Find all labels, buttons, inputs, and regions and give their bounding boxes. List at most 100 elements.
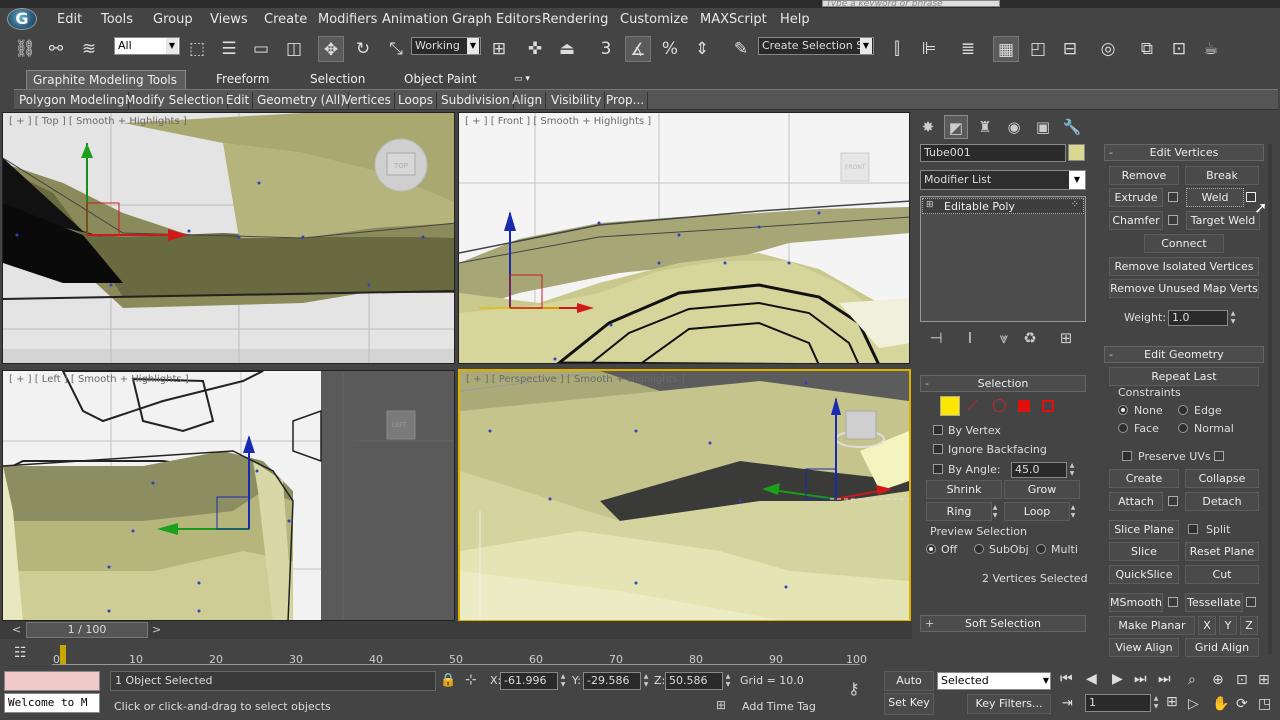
- panel-geometry-all[interactable]: Geometry (All): [254, 92, 349, 109]
- weight-field[interactable]: 1.0: [1168, 310, 1228, 326]
- panel-edit[interactable]: Edit: [223, 92, 254, 109]
- unlink-icon[interactable]: ⚯: [43, 36, 69, 62]
- edge-mode-icon[interactable]: ⟋: [968, 398, 978, 414]
- preview-multi-radio[interactable]: [1036, 544, 1046, 554]
- bind-space-warp-icon[interactable]: ≋: [76, 36, 102, 62]
- edit-geometry-rollout-header[interactable]: - Edit Geometry: [1104, 346, 1264, 363]
- material-editor-icon[interactable]: ◎: [1095, 36, 1121, 62]
- panel-subdivision[interactable]: Subdivision: [438, 92, 514, 109]
- selection-rollout-header[interactable]: - Selection: [920, 375, 1086, 392]
- panel-align[interactable]: Align: [509, 92, 547, 109]
- ribbon-options-icon[interactable]: ▭ ▾: [508, 70, 536, 89]
- field-of-view-icon[interactable]: ▷: [1188, 696, 1199, 712]
- previous-frame-icon[interactable]: ◀: [1086, 671, 1097, 687]
- detach-button[interactable]: Detach: [1185, 492, 1259, 511]
- msmooth-button[interactable]: MSmooth: [1109, 593, 1163, 612]
- reset-plane-button[interactable]: Reset Plane: [1185, 542, 1259, 561]
- key-mode-dropdown[interactable]: Selected ▼: [937, 672, 1051, 690]
- goto-start-icon[interactable]: ⏮: [1060, 671, 1073, 687]
- tab-selection[interactable]: Selection: [304, 70, 371, 89]
- current-frame-spinner[interactable]: ▲ ▼: [1151, 695, 1161, 711]
- by-vertex-checkbox[interactable]: [933, 425, 943, 435]
- collapse-button[interactable]: Collapse: [1185, 469, 1259, 488]
- play-icon[interactable]: ▶: [1112, 671, 1123, 687]
- angle-snap-icon[interactable]: ∡: [625, 36, 651, 62]
- maxscript-mini-listener[interactable]: Welcome to M: [4, 693, 100, 713]
- stack-item-editable-poly[interactable]: ⊞ Editable Poly ⁘: [922, 198, 1084, 214]
- preserve-uvs-settings-icon[interactable]: [1214, 451, 1224, 461]
- viewport-top-label[interactable]: [ + ] [ Top ] [ Smooth + Highlights ]: [9, 116, 187, 127]
- tab-graphite-modeling-tools[interactable]: Graphite Modeling Tools: [26, 70, 186, 89]
- goto-end-icon[interactable]: ⏭: [1158, 671, 1171, 687]
- tessellate-button[interactable]: Tessellate: [1185, 593, 1243, 612]
- configure-sets-icon[interactable]: ⊞: [1054, 326, 1078, 350]
- preview-subobj-radio[interactable]: [974, 544, 984, 554]
- weight-spinner[interactable]: ▲ ▼: [1228, 310, 1238, 326]
- object-name-field[interactable]: Tube001: [920, 144, 1066, 162]
- key-mode-toggle-icon[interactable]: ⇥: [1062, 696, 1073, 711]
- target-weld-button[interactable]: Target Weld: [1186, 211, 1260, 230]
- by-angle-spinner[interactable]: ▲ ▼: [1067, 462, 1077, 478]
- menu-tools[interactable]: Tools: [101, 12, 133, 27]
- track-bar[interactable]: ☷ 0 10 20 30 40 50 60 70 80 90 100: [0, 639, 912, 669]
- z-coord-spinner[interactable]: ▲ ▼: [723, 673, 733, 689]
- border-mode-icon[interactable]: ◯: [992, 398, 1007, 413]
- pivot-center-icon[interactable]: ⊞: [486, 36, 512, 62]
- key-icon[interactable]: ⚷: [848, 679, 860, 698]
- panel-modify-selection[interactable]: Modify Selection: [122, 92, 228, 109]
- extrude-button[interactable]: Extrude: [1109, 188, 1163, 207]
- ring-button[interactable]: Ring: [926, 502, 992, 521]
- auto-key-button[interactable]: Auto Key: [884, 671, 934, 704]
- panel-vertices[interactable]: Vertices: [340, 92, 395, 109]
- window-crossing-icon[interactable]: ◫: [281, 36, 307, 62]
- modify-tab-icon[interactable]: ◩: [944, 115, 968, 139]
- set-key-button[interactable]: Set Key: [884, 693, 934, 715]
- time-slider-thumb[interactable]: 1 / 100: [26, 622, 148, 638]
- key-filters-button[interactable]: Key Filters...: [967, 694, 1051, 714]
- time-slider-prev-icon[interactable]: <: [12, 623, 21, 636]
- named-selection-dropdown[interactable]: Create Selection Se ▼: [758, 37, 874, 55]
- constraint-face-radio[interactable]: [1118, 423, 1128, 433]
- repeat-last-button[interactable]: Repeat Last: [1109, 367, 1259, 386]
- maximize-viewport-icon[interactable]: ◳: [1258, 696, 1271, 712]
- pan-view-icon[interactable]: ✋: [1212, 696, 1229, 712]
- command-panel-scrollbar[interactable]: [1268, 144, 1272, 654]
- break-button[interactable]: Break: [1185, 166, 1259, 185]
- utilities-tab-icon[interactable]: 🔧: [1060, 115, 1084, 139]
- polygon-mode-icon[interactable]: [1018, 400, 1030, 412]
- constraint-none-radio[interactable]: [1118, 405, 1128, 415]
- ring-spinner[interactable]: ▲ ▼: [990, 504, 1000, 520]
- loop-spinner[interactable]: ▲ ▼: [1068, 504, 1078, 520]
- time-slider[interactable]: < 1 / 100 >: [0, 621, 912, 639]
- create-button[interactable]: Create: [1109, 469, 1179, 488]
- render-setup-icon[interactable]: ⧉: [1134, 36, 1160, 62]
- viewport-perspective-label[interactable]: [ + ] [ Perspective ] [ Smooth + Highlig…: [466, 374, 685, 385]
- selection-filter-dropdown[interactable]: All ▼: [114, 37, 180, 55]
- keyboard-shortcut-icon[interactable]: ⏏: [554, 36, 580, 62]
- split-checkbox[interactable]: [1188, 524, 1198, 534]
- snap-toggle-icon[interactable]: 3: [593, 36, 619, 62]
- view-align-button[interactable]: View Align: [1109, 638, 1179, 657]
- connect-button[interactable]: Connect: [1144, 234, 1224, 253]
- graphite-toggle-icon[interactable]: ▦: [993, 36, 1019, 62]
- panel-properties[interactable]: Prop...: [603, 92, 649, 109]
- make-unique-icon[interactable]: ⩔: [992, 326, 1016, 350]
- time-slider-next-icon[interactable]: >: [152, 623, 161, 636]
- msmooth-settings-icon[interactable]: [1168, 597, 1178, 607]
- panel-visibility[interactable]: Visibility: [548, 92, 606, 109]
- menu-customize[interactable]: Customize: [620, 12, 688, 27]
- slice-plane-button[interactable]: Slice Plane: [1109, 520, 1179, 539]
- time-tag-icon[interactable]: ⊞: [716, 698, 726, 712]
- make-planar-button[interactable]: Make Planar: [1109, 616, 1195, 635]
- layer-manager-icon[interactable]: ≣: [955, 36, 981, 62]
- viewport-top[interactable]: TOP [ + ] [ Top ] [ Smooth + Highlights …: [2, 112, 455, 364]
- weld-button[interactable]: Weld: [1186, 188, 1244, 207]
- object-color-swatch[interactable]: [1068, 144, 1085, 161]
- menu-create[interactable]: Create: [264, 12, 307, 27]
- preview-off-radio[interactable]: [926, 544, 936, 554]
- panel-polygon-modeling[interactable]: Polygon Modeling: [16, 92, 129, 109]
- selection-lock-icon[interactable]: 🔒: [440, 673, 456, 688]
- remove-button[interactable]: Remove: [1109, 166, 1179, 185]
- reference-coordinate-dropdown[interactable]: Working ▼: [411, 37, 481, 55]
- edit-vertices-rollout-header[interactable]: - Edit Vertices: [1104, 144, 1264, 161]
